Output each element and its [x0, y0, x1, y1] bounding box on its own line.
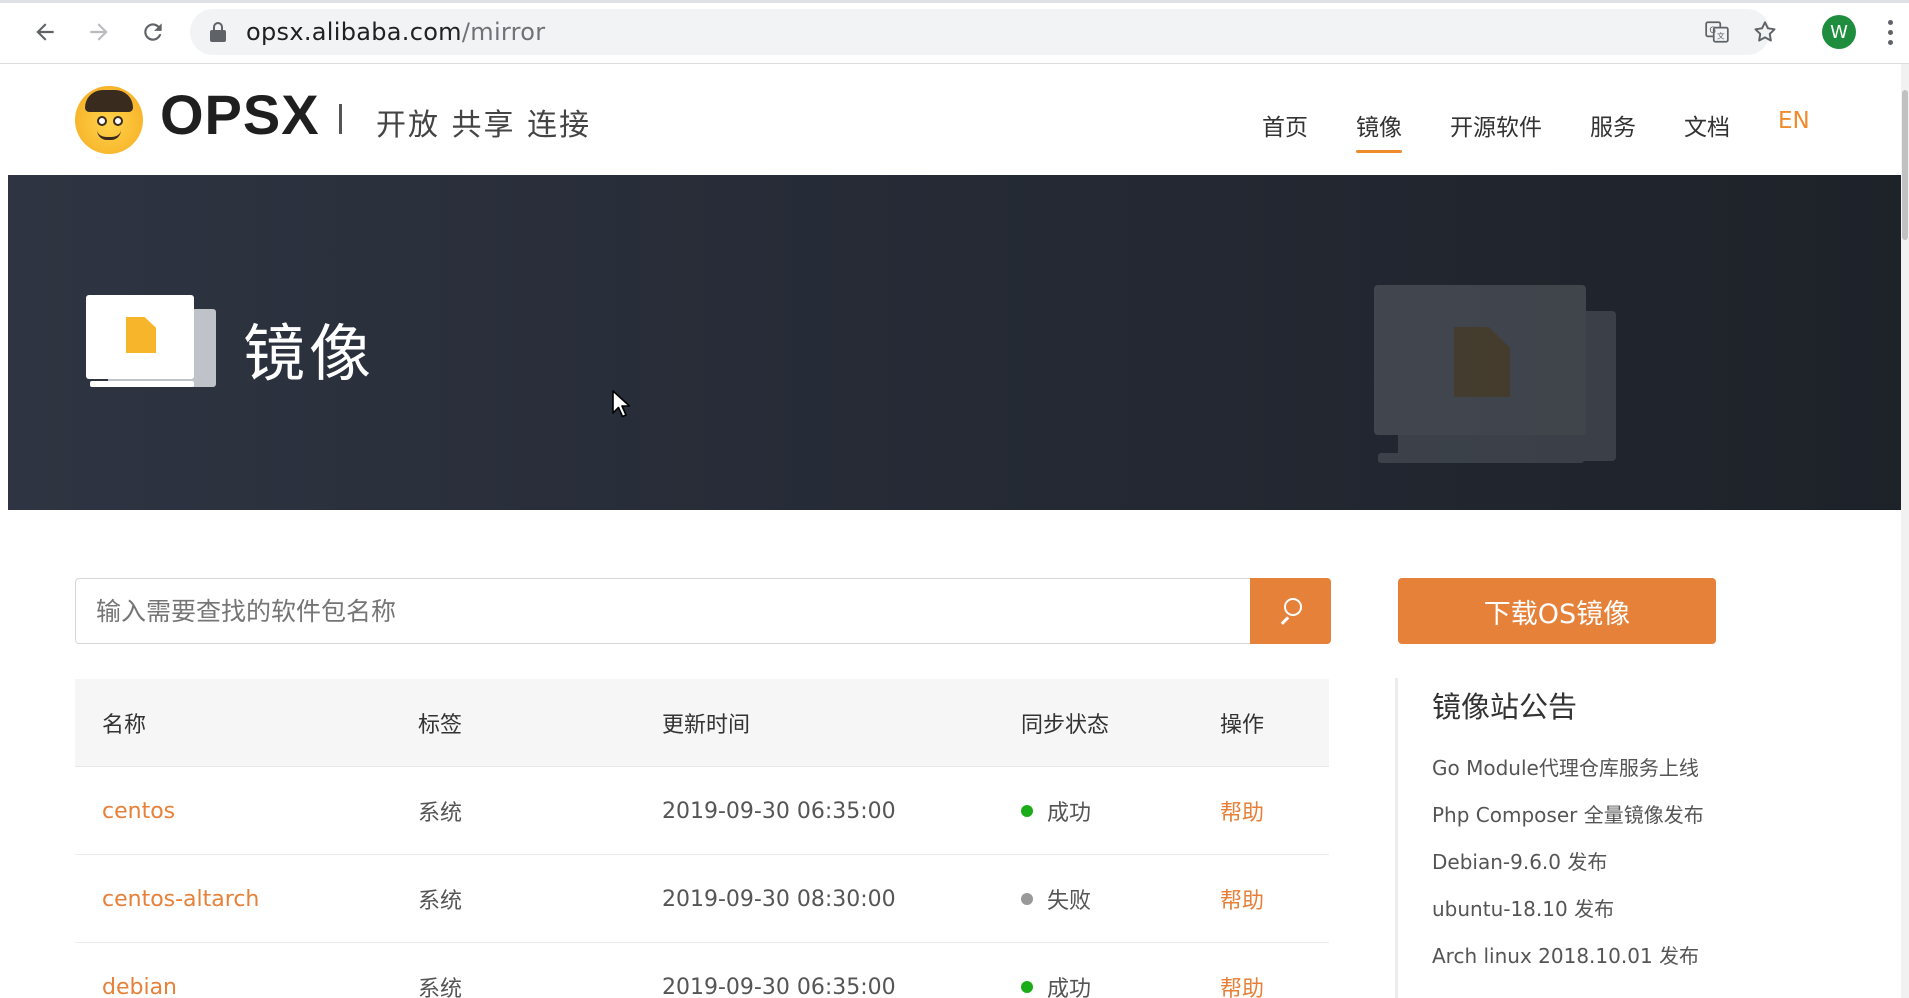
- star-icon[interactable]: [1750, 17, 1780, 47]
- arrow-right-icon: [90, 23, 108, 41]
- help-link[interactable]: 帮助: [1220, 943, 1264, 998]
- mirror-updated-time: 2019-09-30 06:35:00: [662, 974, 896, 998]
- status-dot-icon: [1021, 893, 1033, 905]
- forward-button[interactable]: [81, 14, 117, 50]
- announcement-item[interactable]: Php Composer 全量镜像发布: [1432, 799, 1704, 828]
- mirror-tag: 系统: [418, 977, 463, 998]
- column-header-action: 操作: [1220, 713, 1265, 738]
- mirror-icon: [86, 295, 216, 390]
- status-dot-icon: [1021, 805, 1033, 817]
- opsx-logo-icon[interactable]: [75, 86, 143, 154]
- column-header-updated: 更新时间: [662, 713, 751, 738]
- status-dot-icon: [1021, 981, 1033, 993]
- announcement-divider: [1395, 678, 1398, 998]
- sync-status-label: 成功: [1047, 801, 1092, 826]
- mirror-tag: 系统: [418, 801, 463, 826]
- profile-avatar[interactable]: W: [1822, 15, 1856, 49]
- table-header: 名称 标签 更新时间 同步状态 操作: [75, 679, 1329, 767]
- help-link[interactable]: 帮助: [1220, 767, 1264, 855]
- mirror-name-link[interactable]: debian: [102, 943, 177, 998]
- column-header-status: 同步状态: [1021, 713, 1110, 738]
- translate-icon[interactable]: G文: [1702, 17, 1732, 47]
- announcement-item[interactable]: Go Module代理仓库服务上线: [1432, 752, 1699, 781]
- mirror-updated-time: 2019-09-30 08:30:00: [662, 886, 896, 912]
- table-row: centos-altarch 系统 2019-09-30 08:30:00 失败…: [75, 855, 1329, 943]
- logo-text[interactable]: OPSX: [160, 82, 320, 147]
- announcement-item[interactable]: Arch linux 2018.10.01 发布: [1432, 940, 1699, 969]
- search-button[interactable]: [1250, 578, 1331, 644]
- hero-banner: 镜像: [8, 175, 1901, 510]
- download-os-image-button[interactable]: 下载OS镜像: [1398, 578, 1716, 644]
- nav-open-source[interactable]: 开源软件: [1450, 108, 1542, 142]
- banner-decoration-icon: [1374, 285, 1619, 475]
- svg-text:G: G: [1709, 26, 1716, 36]
- mirror-name-link[interactable]: centos: [102, 767, 175, 855]
- mouse-cursor-icon: [612, 390, 631, 418]
- logo-slogan: 开放 共享 连接: [376, 108, 592, 143]
- url-text[interactable]: opsx.alibaba.com/mirror: [246, 18, 545, 46]
- lock-icon[interactable]: [210, 22, 226, 42]
- nav-services[interactable]: 服务: [1590, 108, 1636, 142]
- page-content: OPSX 开放 共享 连接 首页 镜像 开源软件 服务 文档 EN 镜像 下载O…: [8, 64, 1901, 998]
- sync-status: 成功: [1021, 943, 1091, 998]
- column-header-tag: 标签: [418, 713, 463, 738]
- svg-text:文: 文: [1717, 31, 1725, 41]
- nav-docs[interactable]: 文档: [1684, 108, 1730, 142]
- mirror-updated-time: 2019-09-30 06:35:00: [662, 798, 896, 824]
- sync-status: 失败: [1021, 855, 1091, 943]
- sync-status-label: 成功: [1047, 977, 1092, 998]
- nav-language-en[interactable]: EN: [1778, 108, 1810, 134]
- address-bar[interactable]: opsx.alibaba.com/mirror G文: [190, 9, 1776, 55]
- sync-status-label: 失败: [1047, 889, 1092, 914]
- help-link[interactable]: 帮助: [1220, 855, 1264, 943]
- search-input[interactable]: [75, 578, 1261, 644]
- banner-title: 镜像: [243, 317, 376, 390]
- announcement-item[interactable]: ubuntu-18.10 发布: [1432, 893, 1614, 922]
- table-row: debian 系统 2019-09-30 06:35:00 成功 帮助: [75, 943, 1329, 998]
- logo-divider: [339, 104, 342, 134]
- column-header-name: 名称: [102, 713, 147, 738]
- nav-home[interactable]: 首页: [1262, 108, 1308, 142]
- reload-icon: [144, 23, 162, 41]
- mirror-table: 名称 标签 更新时间 同步状态 操作 centos 系统 2019-09-30 …: [75, 679, 1329, 998]
- announcement-title: 镜像站公告: [1432, 690, 1578, 724]
- site-header: OPSX 开放 共享 连接 首页 镜像 开源软件 服务 文档 EN: [8, 64, 1901, 175]
- mirror-name-link[interactable]: centos-altarch: [102, 855, 259, 943]
- reload-button[interactable]: [135, 14, 171, 50]
- scrollbar-thumb[interactable]: [1902, 90, 1908, 240]
- search-icon: [1278, 598, 1304, 625]
- sync-status: 成功: [1021, 767, 1091, 855]
- tab-strip-edge: [0, 0, 1909, 3]
- announcement-item[interactable]: Debian-9.6.0 发布: [1432, 846, 1607, 875]
- arrow-left-icon: [36, 23, 54, 41]
- table-row: centos 系统 2019-09-30 06:35:00 成功 帮助: [75, 767, 1329, 855]
- mirror-tag: 系统: [418, 889, 463, 914]
- nav-mirror[interactable]: 镜像: [1356, 108, 1402, 153]
- browser-toolbar: opsx.alibaba.com/mirror G文 W: [0, 0, 1909, 64]
- back-button[interactable]: [27, 14, 63, 50]
- browser-menu-icon[interactable]: [1880, 14, 1900, 50]
